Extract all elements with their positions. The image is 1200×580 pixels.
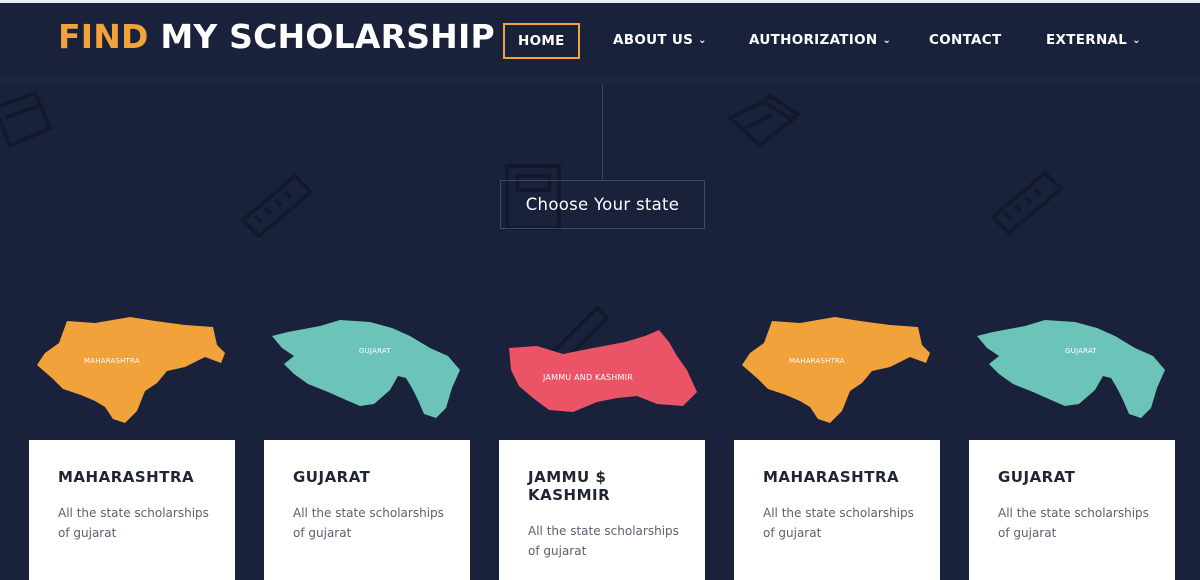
logo-find: FIND: [58, 17, 149, 56]
chevron-down-icon: ⌄: [698, 35, 707, 46]
card-text: All the state scholarships of gujarat: [998, 506, 1149, 540]
map-maharashtra[interactable]: [35, 315, 230, 427]
nav-authorization-label: AUTHORIZATION: [749, 32, 878, 48]
nav-home-label: HOME: [518, 33, 565, 49]
hero-divider: [602, 85, 603, 180]
card-text: All the state scholarships of gujarat: [58, 506, 209, 540]
card-text: All the state scholarships of gujarat: [528, 524, 679, 558]
book-icon: [0, 90, 53, 149]
card-title: JAMMU $ KASHMIR: [528, 468, 611, 504]
card-title: GUJARAT: [293, 468, 371, 486]
map-gujarat[interactable]: [975, 318, 1170, 422]
card-title: MAHARASHTRA: [58, 468, 195, 486]
nav-about-us-label: ABOUT US: [613, 32, 694, 48]
map-label-maharashtra: MAHARASHTRA: [789, 357, 845, 365]
map-gujarat[interactable]: [270, 318, 465, 422]
choose-state-text: Choose Your state: [525, 195, 680, 214]
nav-home[interactable]: HOME: [503, 23, 580, 59]
header-shadow: [0, 75, 1200, 85]
nav-external-label: EXTERNAL: [1046, 32, 1128, 48]
map-label-gujarat: GUJARAT: [1065, 347, 1097, 355]
state-card-gujarat[interactable]: GUJARAT All the state scholarships of gu…: [264, 440, 470, 580]
map-jammu-kashmir[interactable]: [507, 326, 702, 416]
state-card-maharashtra[interactable]: MAHARASHTRA All the state scholarships o…: [29, 440, 235, 580]
logo-rest: MY SCHOLARSHIP: [160, 17, 495, 56]
site-logo[interactable]: FIND MY SCHOLARSHIP: [58, 17, 495, 56]
nav-about-us[interactable]: ABOUT US ⌄: [613, 23, 707, 57]
map-label-jammu-kashmir: JAMMU AND KASHMIR: [543, 373, 633, 382]
state-card-maharashtra[interactable]: MAHARASHTRA All the state scholarships o…: [734, 440, 940, 580]
nav-external[interactable]: EXTERNAL ⌄: [1046, 23, 1141, 57]
nav-contact[interactable]: CONTACT: [929, 23, 1002, 57]
state-card-gujarat[interactable]: GUJARAT All the state scholarships of gu…: [969, 440, 1175, 580]
chevron-down-icon: ⌄: [1132, 35, 1141, 46]
card-title: GUJARAT: [998, 468, 1076, 486]
ruler-icon: [990, 170, 1064, 236]
map-maharashtra[interactable]: [740, 315, 935, 427]
book-icon: [726, 93, 802, 148]
map-label-gujarat: GUJARAT: [359, 347, 391, 355]
state-card-jammu-kashmir[interactable]: JAMMU $ KASHMIR All the state scholarshi…: [499, 440, 705, 580]
choose-state-heading: Choose Your state: [500, 180, 705, 229]
card-text: All the state scholarships of gujarat: [763, 506, 914, 540]
nav-authorization[interactable]: AUTHORIZATION ⌄: [749, 23, 891, 57]
card-text: All the state scholarships of gujarat: [293, 506, 444, 540]
nav-contact-label: CONTACT: [929, 32, 1002, 48]
map-label-maharashtra: MAHARASHTRA: [84, 357, 140, 365]
chevron-down-icon: ⌄: [882, 35, 892, 46]
ruler-icon: [240, 173, 314, 239]
card-title: MAHARASHTRA: [763, 468, 900, 486]
